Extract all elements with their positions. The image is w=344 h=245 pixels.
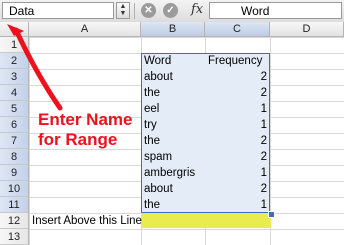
chevron-up-icon: ▲: [119, 3, 127, 10]
function-icon[interactable]: fx: [191, 2, 203, 17]
formula-input[interactable]: Word: [209, 2, 342, 19]
cell-b2[interactable]: Word: [144, 53, 171, 69]
cell-c10[interactable]: 2: [205, 181, 267, 197]
column-header-c[interactable]: C: [205, 22, 270, 37]
cell-b3[interactable]: about: [144, 69, 173, 85]
cell-c11[interactable]: 1: [205, 197, 267, 213]
cell-c8[interactable]: 2: [205, 149, 267, 165]
cell-c7[interactable]: 2: [205, 133, 267, 149]
name-box-dropdown[interactable]: ▲ ▼: [116, 2, 130, 19]
cell-b5[interactable]: eel: [144, 101, 159, 117]
highlighted-cell-b12[interactable]: [141, 213, 271, 228]
cell-a12[interactable]: Insert Above this Line: [32, 213, 142, 229]
row-header-7[interactable]: 7: [0, 133, 29, 149]
column-header-d[interactable]: D: [270, 22, 344, 37]
annotation-arrow: [7, 24, 63, 111]
cell-c4[interactable]: 2: [205, 85, 267, 101]
annotation-line-2: for Range: [38, 130, 118, 149]
cell-c2[interactable]: Frequency: [208, 53, 262, 69]
column-header-b[interactable]: B: [141, 22, 205, 37]
chevron-down-icon: ▼: [119, 10, 127, 17]
formula-bar-separator: [134, 3, 135, 19]
row-header-13[interactable]: 13: [0, 229, 29, 245]
cell-b10[interactable]: about: [144, 181, 173, 197]
row-header-11[interactable]: 11: [0, 197, 29, 213]
cell-b11[interactable]: the: [144, 197, 160, 213]
cell-b4[interactable]: the: [144, 85, 160, 101]
cell-b9[interactable]: ambergris: [144, 165, 195, 181]
fill-handle[interactable]: [268, 211, 275, 218]
cell-c3[interactable]: 2: [205, 69, 267, 85]
row-header-12[interactable]: 12: [0, 213, 29, 229]
confirm-icon[interactable]: ✓: [163, 3, 178, 18]
row-header-9[interactable]: 9: [0, 165, 29, 181]
arrow-shaft: [13, 27, 63, 111]
cell-c6[interactable]: 1: [205, 117, 267, 133]
cell-c5[interactable]: 1: [205, 101, 267, 117]
cell-b6[interactable]: try: [144, 117, 157, 133]
cell-b7[interactable]: the: [144, 133, 160, 149]
row-header-10[interactable]: 10: [0, 181, 29, 197]
cancel-icon[interactable]: ✕: [141, 3, 156, 18]
annotation-line-1: Enter Name: [38, 110, 133, 129]
cell-c9[interactable]: 1: [205, 165, 267, 181]
cell-b8[interactable]: spam: [144, 149, 172, 165]
row-header-8[interactable]: 8: [0, 149, 29, 165]
annotation-text: Enter Name for Range: [38, 110, 132, 150]
